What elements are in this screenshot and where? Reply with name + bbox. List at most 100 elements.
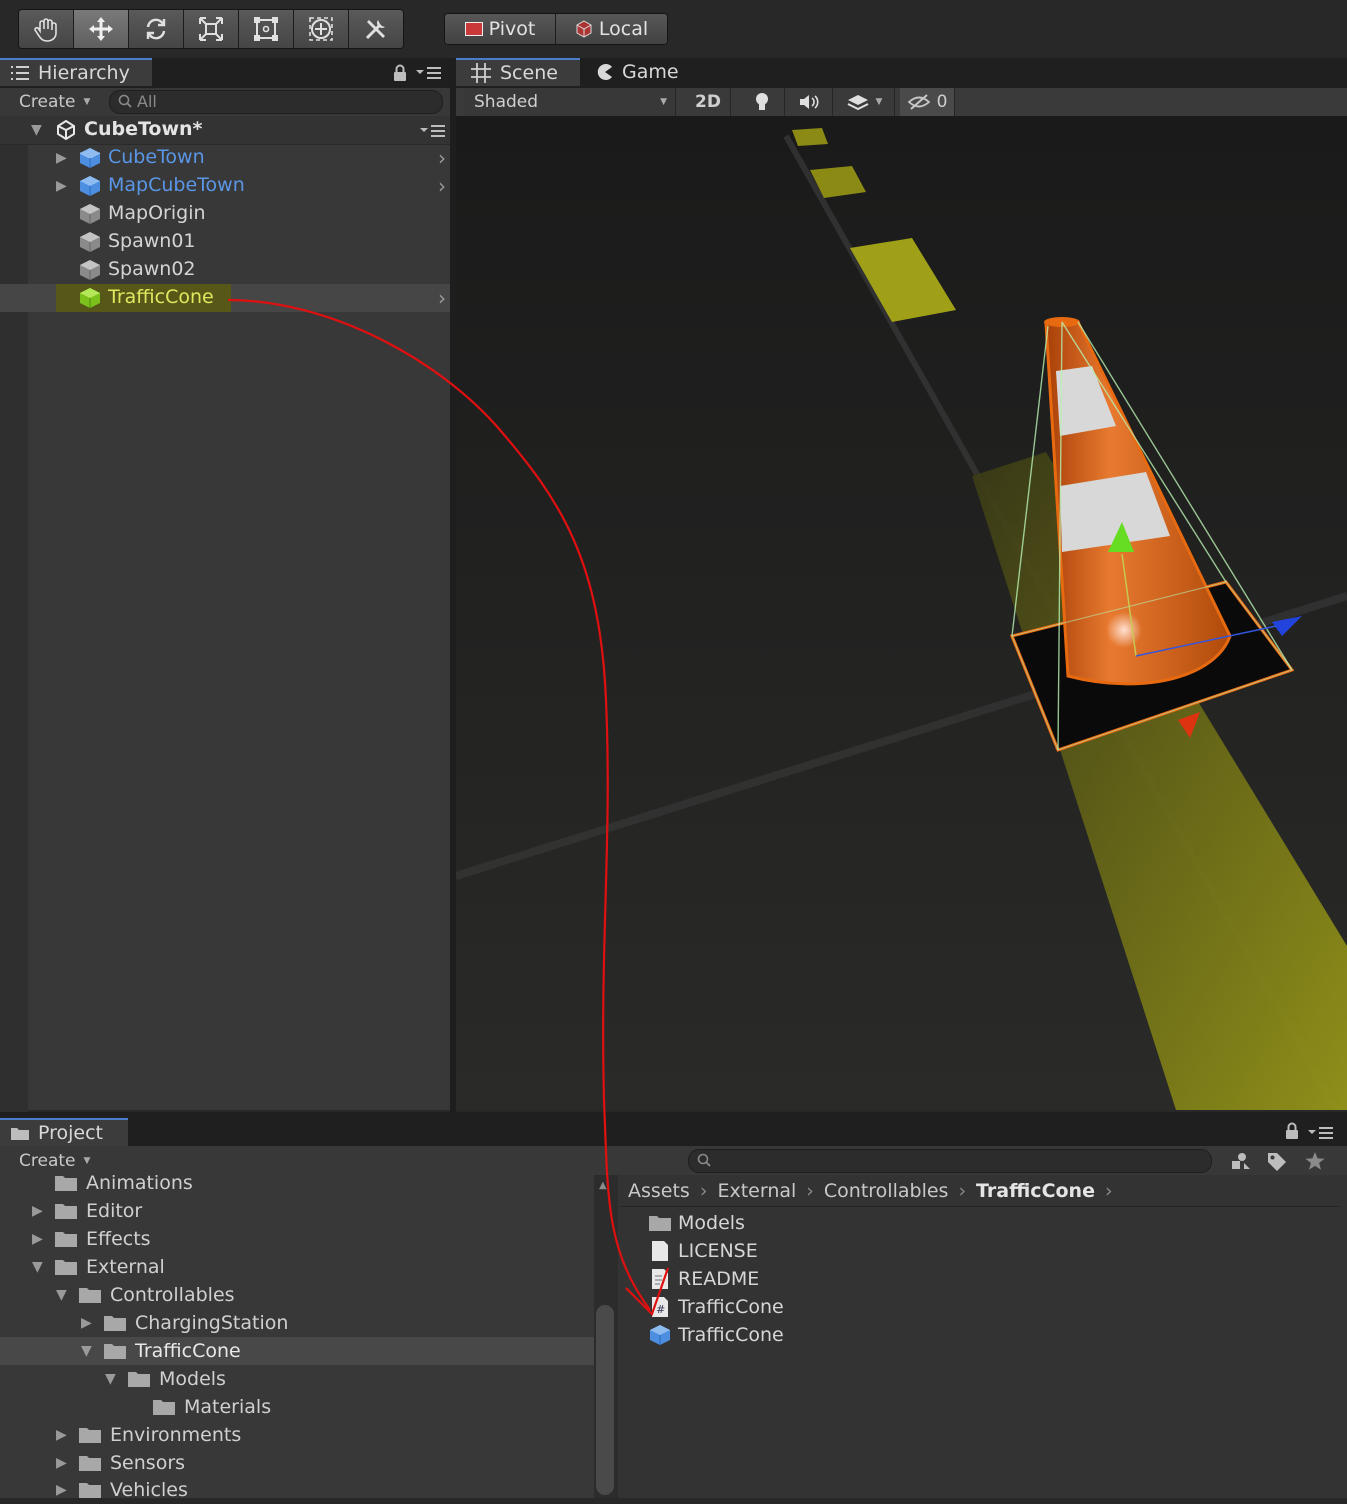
folder-icon [55,1176,77,1191]
scroll-up-arrow-icon[interactable]: ▲ [599,1180,607,1191]
file-item-label: README [678,1268,760,1290]
create-label: Create [19,92,76,112]
expand-arrow-icon[interactable]: ▶ [32,1231,54,1247]
expand-arrow-icon[interactable]: ▼ [81,1343,103,1359]
hand-tool-button[interactable] [19,10,74,48]
file-item-license[interactable]: LICENSE [648,1237,758,1265]
search-placeholder: All [137,92,157,111]
hierarchy-create-button[interactable]: Create ▼ [19,92,90,112]
chevron-right-icon[interactable]: › [438,286,446,310]
tree-item-vehicles[interactable]: ▶ Vehicles [56,1476,188,1504]
transform-tool-button[interactable] [294,10,349,48]
lock-icon[interactable] [392,64,408,82]
chevron-right-icon[interactable]: › [438,174,446,198]
rect-tool-button[interactable] [239,10,294,48]
folder-icon [104,1344,126,1359]
dropdown-caret-icon: ▼ [660,97,667,107]
hidden-objects-toggle[interactable]: 0 [900,88,955,116]
file-item-readme[interactable]: README [648,1265,759,1293]
hidden-count: 0 [936,92,948,112]
tree-item-label: Sensors [110,1452,186,1474]
scene-tab-label: Scene [500,62,558,84]
favorite-star-icon[interactable] [1304,1151,1326,1171]
scene-root-row[interactable]: ▼ CubeTown* [0,116,450,144]
project-search-field[interactable] [688,1149,1212,1173]
breadcrumb-separator-icon: › [958,1180,967,1202]
expand-arrow-icon[interactable]: ▶ [56,178,67,194]
2d-toggle[interactable]: 2D [686,88,731,116]
shading-mode-dropdown[interactable]: Shaded ▼ [464,88,676,116]
move-tool-button[interactable] [74,10,129,48]
file-item-models[interactable]: Models [648,1209,745,1237]
tree-item-editor[interactable]: ▶ Editor [32,1197,142,1225]
expand-arrow-icon[interactable]: ▼ [105,1371,127,1387]
tree-item-controllables[interactable]: ▼ Controllables [56,1281,235,1309]
expand-arrow-icon[interactable]: ▶ [32,1203,54,1219]
expand-arrow-icon[interactable]: ▼ [31,122,42,138]
tab-project[interactable]: Project [0,1118,128,1146]
folder-icon [649,1216,671,1231]
scene-render [456,116,1347,1110]
eye-hidden-icon [907,94,930,110]
tab-hierarchy[interactable]: Hierarchy [0,58,152,86]
folder-icon [79,1428,101,1443]
tree-item-effects[interactable]: ▶ Effects [32,1225,151,1253]
hierarchy-item-cubetown[interactable]: ▶ CubeTown › [0,144,450,172]
tree-item-sensors[interactable]: ▶ Sensors [56,1449,185,1477]
chevron-right-icon[interactable]: › [438,146,446,170]
expand-arrow-icon[interactable]: ▶ [56,150,67,166]
scene-viewport[interactable] [456,116,1347,1110]
scene-menu-icon[interactable] [420,124,446,138]
script-file-icon: # [652,1297,668,1317]
filter-by-label-icon[interactable] [1266,1151,1288,1171]
tree-item-animations[interactable]: Animations [32,1169,193,1197]
tree-item-models[interactable]: ▼ Models [105,1365,226,1393]
hierarchy-item-trafficcone[interactable]: TrafficCone › [0,284,450,312]
expand-arrow-icon[interactable]: ▶ [56,1455,78,1471]
hierarchy-search-field[interactable]: All [109,90,443,114]
expand-arrow-icon[interactable]: ▼ [32,1259,54,1275]
tree-item-materials[interactable]: Materials [130,1393,271,1421]
hierarchy-tab-label: Hierarchy [38,62,130,84]
scale-tool-button[interactable] [184,10,239,48]
hierarchy-item-spawn02[interactable]: Spawn02 [0,256,450,284]
breadcrumb-item[interactable]: Assets [628,1180,690,1202]
expand-arrow-icon[interactable]: ▶ [56,1482,78,1498]
hierarchy-item-mapcubetown[interactable]: ▶ MapCubeTown › [0,172,450,200]
audio-toggle[interactable] [786,88,833,116]
project-tree-scrollbar[interactable]: ▲ [594,1175,618,1498]
file-item-trafficcone-script[interactable]: # TrafficCone [648,1293,784,1321]
filter-by-type-icon[interactable] [1228,1151,1252,1171]
project-create-button[interactable]: Create ▼ [19,1151,90,1171]
effects-dropdown[interactable]: ▼ [834,88,895,116]
gameobject-cube-icon [80,260,100,280]
lightbulb-icon [756,93,768,110]
expand-arrow-icon[interactable]: ▶ [56,1427,78,1443]
scrollbar-thumb[interactable] [596,1305,614,1495]
expand-arrow-icon[interactable]: ▼ [56,1287,78,1303]
panel-menu-icon[interactable] [416,66,442,80]
pivot-toggle[interactable]: Pivot [445,14,556,44]
panel-menu-icon[interactable] [1308,1126,1334,1140]
breadcrumb-item[interactable]: External [717,1180,796,1202]
lock-icon[interactable] [1284,1122,1300,1140]
tab-game[interactable]: Game [596,58,706,86]
breadcrumb-item[interactable]: Controllables [824,1180,949,1202]
breadcrumb-item-current[interactable]: TrafficCone [976,1180,1095,1202]
lighting-toggle[interactable] [740,88,785,116]
hierarchy-item-spawn01[interactable]: Spawn01 [0,228,450,256]
breadcrumb-separator-icon: › [806,1180,814,1202]
tab-scene[interactable]: Scene [456,58,580,86]
tree-item-environments[interactable]: ▶ Environments [56,1421,241,1449]
tree-item-external[interactable]: ▼ External [32,1253,165,1281]
tree-item-chargingstation[interactable]: ▶ ChargingStation [81,1309,288,1337]
expand-arrow-icon[interactable]: ▶ [81,1315,103,1331]
local-toggle[interactable]: Local [556,14,667,44]
file-item-trafficcone-prefab[interactable]: TrafficCone [648,1321,784,1349]
rotate-tool-button[interactable] [129,10,184,48]
hierarchy-item-maporigin[interactable]: MapOrigin [0,200,450,228]
tree-item-trafficcone[interactable]: ▼ TrafficCone [81,1337,241,1365]
folder-icon [79,1456,101,1471]
hierarchy-item-label: MapOrigin [108,202,206,224]
custom-tool-button[interactable] [349,10,403,48]
